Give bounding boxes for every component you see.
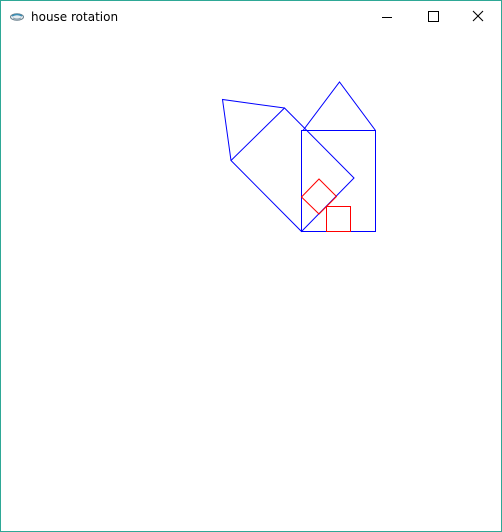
rotated-house-body — [230, 107, 355, 233]
drawing-canvas — [221, 81, 376, 233]
app-icon — [9, 9, 25, 23]
maximize-button[interactable] — [410, 1, 456, 32]
rotated-house — [221, 98, 355, 233]
close-icon — [472, 10, 484, 22]
title-bar[interactable]: house rotation — [1, 1, 501, 32]
original-house-window — [326, 206, 351, 232]
app-window: house rotation — [0, 0, 502, 532]
rotated-house-window — [300, 178, 338, 215]
maximize-icon — [428, 11, 439, 22]
window-title: house rotation — [31, 10, 119, 24]
original-house — [301, 81, 376, 232]
minimize-button[interactable] — [364, 1, 410, 32]
close-button[interactable] — [455, 1, 501, 32]
minimize-icon — [382, 17, 392, 18]
drawing-area — [1, 32, 501, 531]
original-house-body — [301, 130, 376, 232]
rotated-house-roof — [221, 98, 285, 161]
original-house-roof — [302, 81, 376, 131]
